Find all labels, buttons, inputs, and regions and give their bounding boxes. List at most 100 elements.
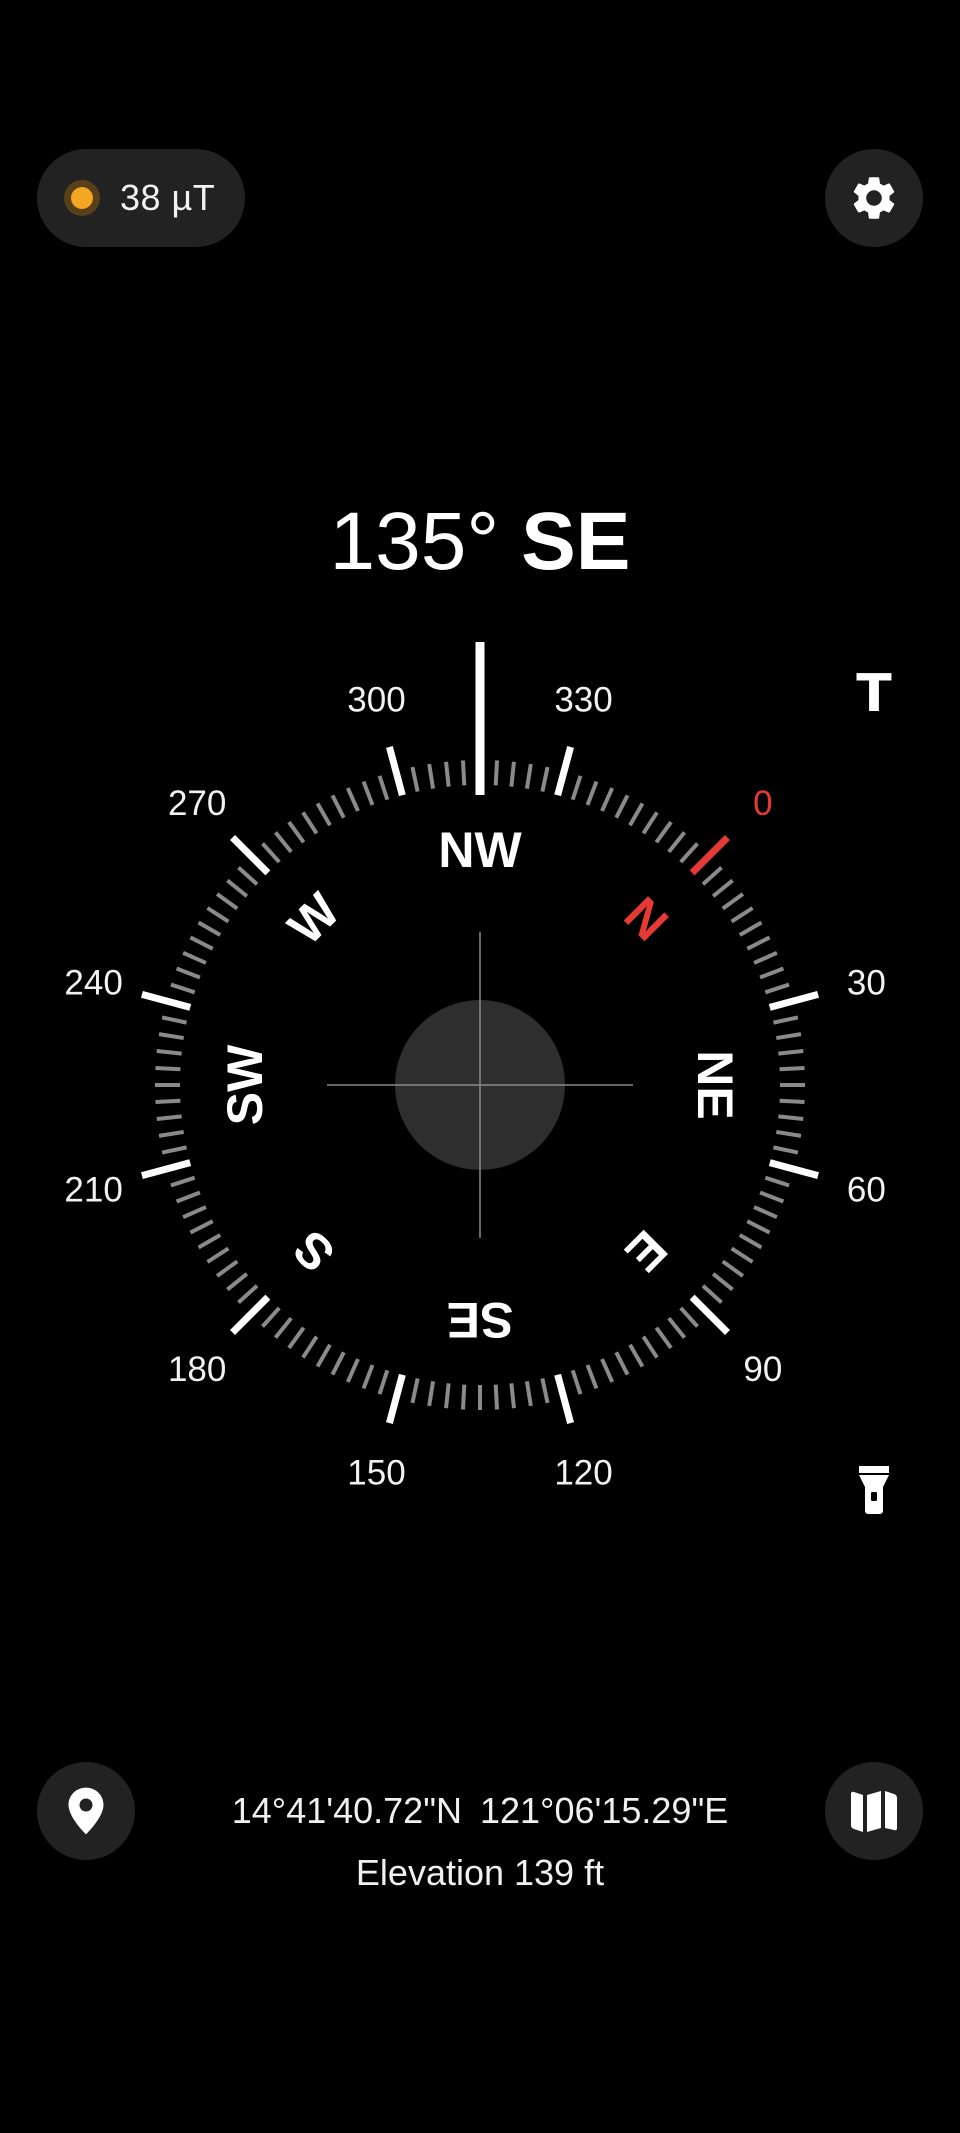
minor-tick <box>410 766 420 792</box>
minor-tick <box>197 1233 222 1250</box>
minor-tick <box>301 1335 319 1359</box>
minor-tick <box>509 761 516 787</box>
minor-tick <box>493 1384 500 1410</box>
minor-tick <box>161 1015 187 1025</box>
minor-tick <box>753 950 778 965</box>
degree-label: 0 <box>753 784 772 823</box>
degree-label: 90 <box>743 1350 782 1389</box>
major-tick <box>689 1294 730 1335</box>
cardinal-label: N <box>614 886 679 951</box>
degree-label: 270 <box>168 784 226 823</box>
minor-tick <box>273 831 293 854</box>
minor-tick <box>759 1190 785 1204</box>
cardinal-label: SW <box>217 1044 273 1125</box>
minor-tick <box>175 966 201 980</box>
major-tick <box>768 991 819 1011</box>
minor-tick <box>730 906 754 924</box>
major-tick <box>554 746 574 797</box>
minor-tick <box>460 1384 467 1410</box>
minor-tick <box>701 1284 723 1304</box>
cardinal-label: E <box>615 1220 678 1283</box>
major-tick <box>554 1373 574 1424</box>
minor-tick <box>730 1246 754 1264</box>
degree-label: 300 <box>347 681 405 720</box>
minor-tick <box>654 1326 673 1350</box>
minor-tick <box>524 1380 533 1407</box>
minor-tick <box>287 1326 306 1350</box>
minor-tick <box>215 892 239 911</box>
flashlight-button[interactable] <box>845 1460 903 1518</box>
minor-tick <box>773 1015 799 1025</box>
minor-tick <box>237 1284 259 1304</box>
minor-tick <box>237 866 259 886</box>
minor-tick <box>158 1129 185 1138</box>
degree-label: 210 <box>64 1171 122 1210</box>
minor-tick <box>182 1205 207 1220</box>
minor-tick <box>764 1175 790 1188</box>
minor-tick <box>182 950 207 965</box>
minor-tick <box>570 1369 583 1395</box>
minor-tick <box>746 1219 771 1235</box>
true-north-toggle[interactable]: T <box>845 664 903 724</box>
major-tick <box>230 1294 271 1335</box>
minor-tick <box>759 966 785 980</box>
minor-tick <box>764 982 790 995</box>
minor-tick <box>427 763 436 790</box>
minor-tick <box>460 760 467 786</box>
minor-tick <box>738 920 763 937</box>
minor-tick <box>779 1065 805 1072</box>
minor-tick <box>189 935 214 951</box>
minor-tick <box>738 1233 763 1250</box>
minor-tick <box>226 1272 249 1292</box>
minor-tick <box>614 794 630 819</box>
longitude: 121°06'15.29"E <box>479 1790 729 1831</box>
degree-label: 240 <box>64 963 122 1002</box>
minor-tick <box>628 1343 645 1368</box>
minor-tick <box>226 878 249 898</box>
minor-tick <box>711 1272 734 1292</box>
minor-tick <box>614 1351 630 1376</box>
minor-tick <box>175 1190 201 1204</box>
minor-tick <box>377 1369 390 1395</box>
degree-label: 330 <box>554 681 612 720</box>
minor-tick <box>778 1049 804 1056</box>
minor-tick <box>315 802 332 827</box>
minor-tick <box>773 1145 799 1155</box>
minor-tick <box>721 892 745 911</box>
minor-tick <box>261 1306 281 1328</box>
cardinal-label: SE <box>447 1292 514 1348</box>
minor-tick <box>161 1145 187 1155</box>
minor-tick <box>444 761 451 787</box>
minor-tick <box>679 1306 699 1328</box>
elevation: Elevation 139 ft <box>355 1852 605 1893</box>
compass-dial[interactable]: 0 30 60 90 120 150 180 210 240 270 300 330 N NE E SE S SW… <box>0 0 960 1560</box>
minor-tick <box>170 982 196 995</box>
minor-tick <box>524 763 533 790</box>
degree-label: 120 <box>554 1453 612 1492</box>
true-north-icon: T <box>856 664 892 724</box>
minor-tick <box>189 1219 214 1235</box>
minor-tick <box>746 935 771 951</box>
minor-tick <box>540 1378 550 1404</box>
minor-tick <box>156 1049 182 1056</box>
minor-tick <box>493 760 500 786</box>
minor-tick <box>775 1129 802 1138</box>
minor-tick <box>701 866 723 886</box>
minor-tick <box>509 1383 516 1409</box>
minor-tick <box>721 1259 745 1278</box>
minor-tick <box>667 1316 687 1339</box>
major-tick <box>386 1373 406 1424</box>
minor-tick <box>155 1098 181 1105</box>
minor-tick <box>711 878 734 898</box>
minor-tick <box>377 775 390 801</box>
minor-tick <box>345 787 360 812</box>
minor-tick <box>753 1205 778 1220</box>
minor-tick <box>570 775 583 801</box>
major-tick <box>230 835 271 876</box>
minor-tick <box>345 1358 360 1383</box>
minor-tick <box>330 1351 346 1376</box>
latitude: 14°41'40.72"N <box>231 1790 462 1831</box>
minor-tick <box>301 811 319 835</box>
degree-label: 60 <box>847 1171 886 1210</box>
minor-tick <box>156 1114 182 1121</box>
